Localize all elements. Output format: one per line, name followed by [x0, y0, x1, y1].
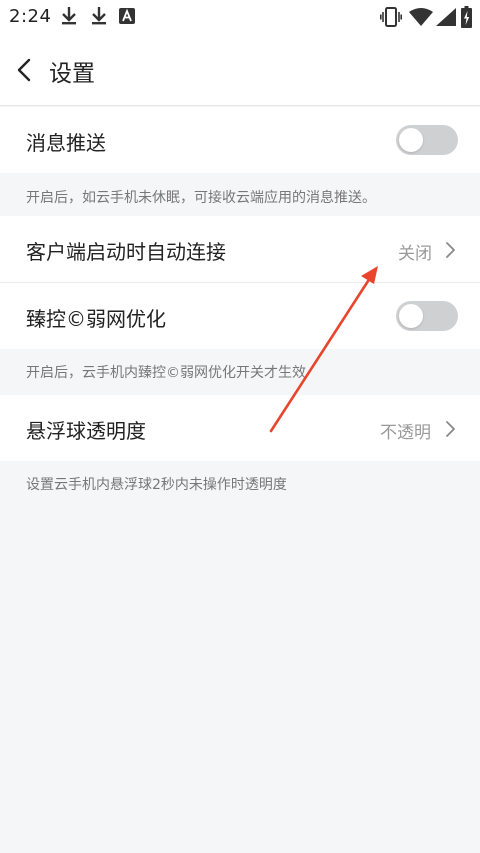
annotation-arrow-icon — [269, 266, 378, 433]
